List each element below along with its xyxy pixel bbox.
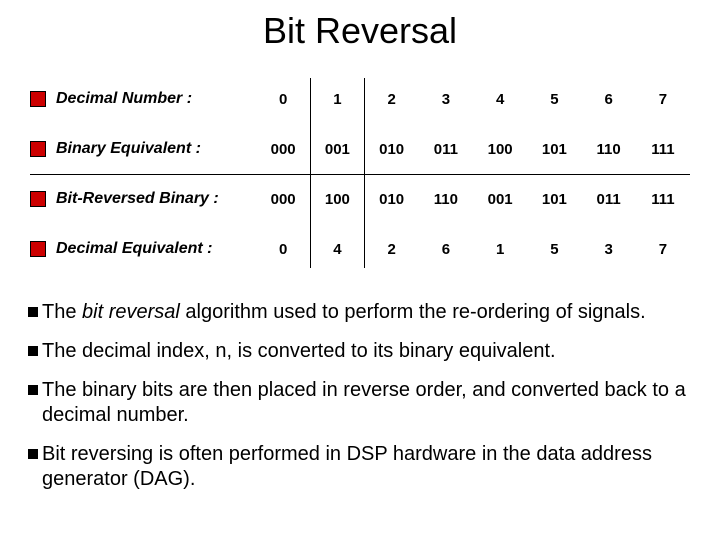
- cell: 0: [256, 91, 310, 108]
- row-bit-reversed-binary: Bit-Reversed Binary : 000 100 010 110 00…: [30, 178, 690, 220]
- bullet-item: The binary bits are then placed in rever…: [28, 378, 698, 428]
- square-bullet-icon: [28, 449, 38, 459]
- cell: 010: [365, 141, 419, 158]
- row-binary-equivalent: Binary Equivalent : 000 001 010 011 100 …: [30, 128, 690, 170]
- square-bullet-icon: [28, 346, 38, 356]
- cell: 1: [473, 241, 527, 258]
- cell: 000: [256, 141, 310, 158]
- row-decimal-number: Decimal Number : 0 1 2 3 4 5 6 7: [30, 78, 690, 120]
- cell: 101: [527, 191, 581, 208]
- bullet-text: The decimal index, n, is converted to it…: [42, 339, 698, 364]
- cell: 5: [527, 91, 581, 108]
- text-span: algorithm used to perform the re-orderin…: [180, 301, 646, 323]
- row-label: Decimal Number :: [56, 90, 256, 108]
- cell: 111: [636, 141, 690, 158]
- cell: 1: [310, 91, 364, 108]
- cell: 4: [310, 241, 364, 258]
- square-bullet-icon: [30, 241, 46, 257]
- text-span: The: [42, 301, 82, 323]
- cell: 6: [419, 241, 473, 258]
- cell: 6: [582, 91, 636, 108]
- bullet-item: The decimal index, n, is converted to it…: [28, 339, 698, 364]
- row-cells: 000 100 010 110 001 101 011 111: [256, 191, 690, 208]
- cell: 7: [636, 241, 690, 258]
- row-cells: 0 4 2 6 1 5 3 7: [256, 241, 690, 258]
- bit-reversal-table: Decimal Number : 0 1 2 3 4 5 6 7 Binary …: [30, 78, 690, 278]
- cell: 3: [419, 91, 473, 108]
- bullet-item: The bit reversal algorithm used to perfo…: [28, 300, 698, 325]
- cell: 000: [256, 191, 310, 208]
- row-label: Binary Equivalent :: [56, 140, 256, 158]
- cell: 011: [419, 141, 473, 158]
- row-label: Decimal Equivalent :: [56, 240, 256, 258]
- row-cells: 0 1 2 3 4 5 6 7: [256, 91, 690, 108]
- bullet-item: Bit reversing is often performed in DSP …: [28, 442, 698, 492]
- square-bullet-icon: [28, 307, 38, 317]
- row-decimal-equivalent: Decimal Equivalent : 0 4 2 6 1 5 3 7: [30, 228, 690, 270]
- cell: 011: [582, 191, 636, 208]
- row-cells: 000 001 010 011 100 101 110 111: [256, 141, 690, 158]
- cell: 5: [527, 241, 581, 258]
- cell: 4: [473, 91, 527, 108]
- square-bullet-icon: [30, 91, 46, 107]
- text-span-italic: bit reversal: [82, 301, 180, 323]
- cell: 010: [365, 191, 419, 208]
- cell: 3: [582, 241, 636, 258]
- square-bullet-icon: [30, 191, 46, 207]
- cell: 101: [527, 141, 581, 158]
- slide: Bit Reversal Decimal Number : 0 1 2 3 4 …: [0, 0, 720, 540]
- cell: 100: [473, 141, 527, 158]
- bullet-text: The binary bits are then placed in rever…: [42, 378, 698, 428]
- cell: 2: [365, 91, 419, 108]
- bullet-list: The bit reversal algorithm used to perfo…: [28, 300, 698, 506]
- cell: 001: [310, 141, 364, 158]
- cell: 110: [419, 191, 473, 208]
- cell: 001: [473, 191, 527, 208]
- square-bullet-icon: [28, 385, 38, 395]
- cell: 111: [636, 191, 690, 208]
- bullet-text: The bit reversal algorithm used to perfo…: [42, 300, 698, 325]
- cell: 2: [365, 241, 419, 258]
- hline-mid: [30, 174, 690, 175]
- row-label: Bit-Reversed Binary :: [56, 190, 256, 208]
- cell: 100: [310, 191, 364, 208]
- square-bullet-icon: [30, 141, 46, 157]
- page-title: Bit Reversal: [0, 10, 720, 52]
- cell: 7: [636, 91, 690, 108]
- bullet-text: Bit reversing is often performed in DSP …: [42, 442, 698, 492]
- cell: 0: [256, 241, 310, 258]
- cell: 110: [582, 141, 636, 158]
